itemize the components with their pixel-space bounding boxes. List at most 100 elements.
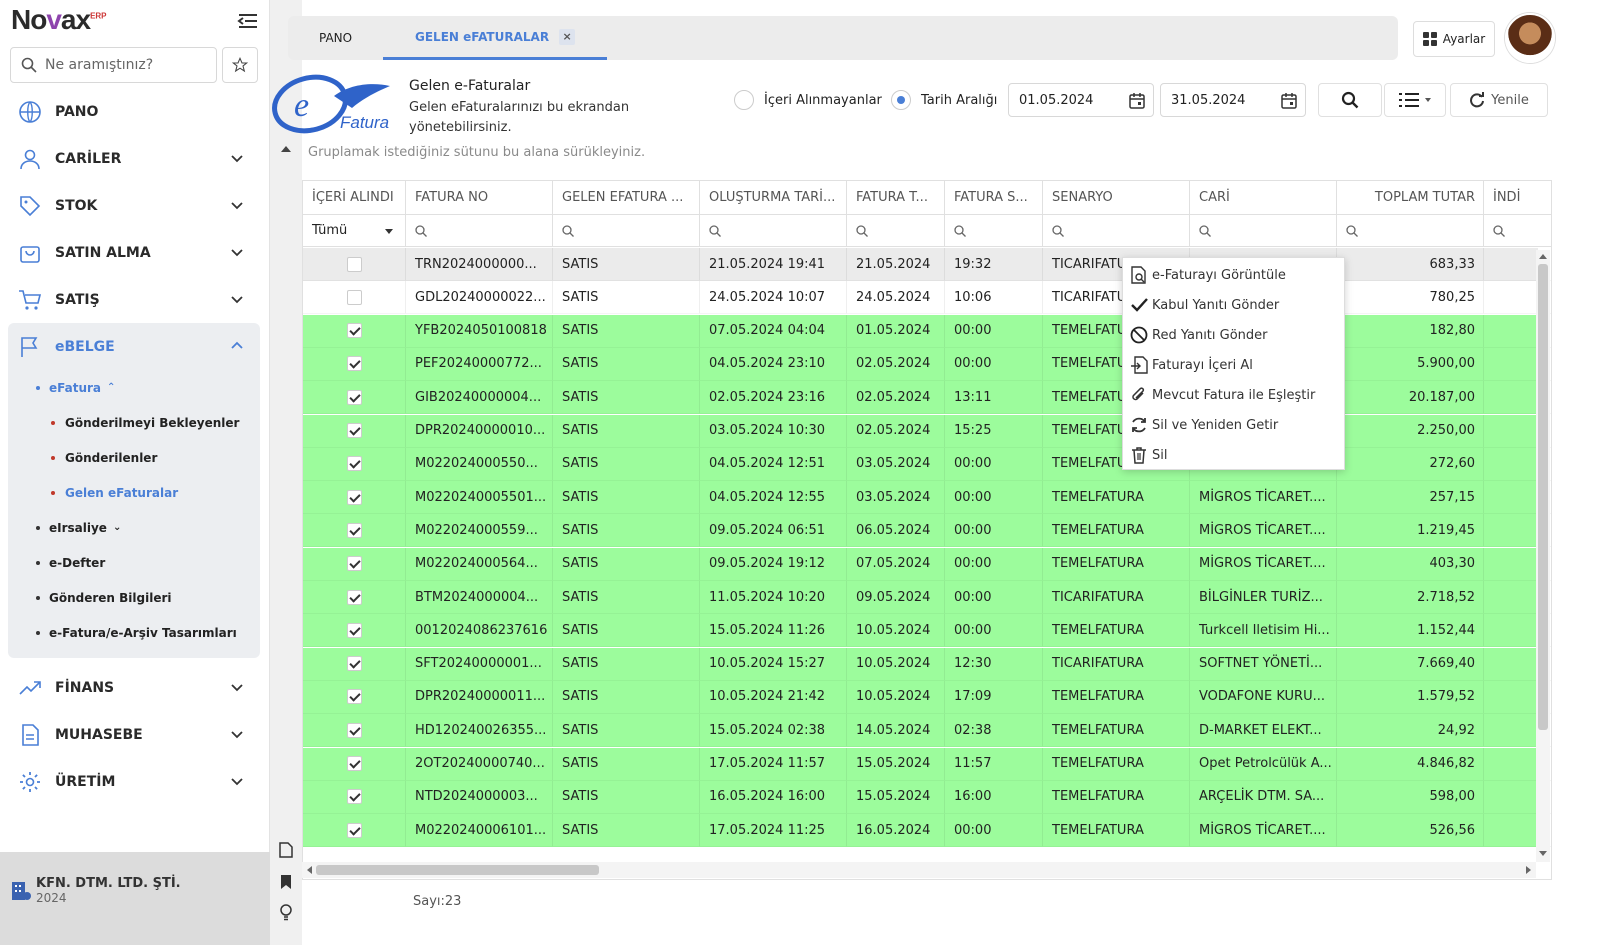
row-checkbox[interactable] [347,622,362,638]
table-row[interactable]: BTM2024000004... SATIS 11.05.2024 10:20 09.… [303,581,1551,614]
row-checkbox[interactable] [347,656,362,672]
tab-gelen-efaturalar[interactable]: GELEN eFATURALAR × [383,16,608,60]
column-header[interactable]: SENARYO [1043,181,1190,214]
row-checkbox[interactable] [347,822,362,838]
user-avatar[interactable] [1505,13,1555,63]
menu-collapse-icon[interactable] [237,12,261,32]
table-row[interactable]: PEF20240000772... SATIS 04.05.2024 23:10 02… [303,347,1551,381]
filter-select[interactable]: Tümü [303,214,406,247]
file-icon[interactable] [279,842,293,858]
ctx-match-invoice[interactable]: Mevcut Fatura ile Eşleştir [1123,380,1344,410]
column-header[interactable]: FATURA T... [847,181,945,214]
sidebar-item-efatura[interactable]: eFatura ⌃ [8,370,260,405]
refresh-button[interactable]: Yenile [1450,83,1548,117]
table-row[interactable]: DPR20240000011... SATIS 10.05.2024 21:42 10… [303,680,1551,714]
row-checkbox[interactable] [347,389,362,405]
sidebar-item-satin-alma[interactable]: SATIN ALMA [8,229,260,276]
table-row[interactable]: 2OT20240000740... SATIS 17.05.2024 11:57 15… [303,747,1551,781]
ctx-send-accept[interactable]: Kabul Yanıtı Gönder [1123,290,1344,320]
tab-pano[interactable]: PANO [319,16,352,60]
row-checkbox[interactable] [347,256,362,272]
row-checkbox[interactable] [347,556,362,572]
table-row[interactable]: DPR20240000010... SATIS 03.05.2024 10:30 02… [303,414,1551,448]
sidebar-item-cariler[interactable]: CARİLER [8,135,260,182]
row-checkbox-cell[interactable] [303,414,406,448]
calendar-icon[interactable] [1281,93,1297,109]
table-row[interactable]: TRN2024000000... SATIS 21.05.2024 19:41 21.… [303,248,1551,281]
radio-tarih-araligi[interactable]: Tarih Aralığı [891,90,997,110]
column-filter-input[interactable] [1190,214,1337,247]
table-row[interactable]: GDL20240000022... SATIS 24.05.2024 10:07 24… [303,281,1551,315]
row-checkbox-cell[interactable] [303,347,406,381]
ctx-import-invoice[interactable]: Faturayı İçeri Al [1123,350,1344,380]
bookmark-icon[interactable] [280,874,292,890]
row-checkbox[interactable] [347,289,362,305]
table-row[interactable]: SFT20240000001... SATIS 10.05.2024 15:27 10… [303,647,1551,681]
grid-horizontal-scrollbar[interactable] [302,862,1536,878]
row-checkbox-cell[interactable] [303,381,406,415]
row-checkbox[interactable] [347,423,362,438]
column-header[interactable]: İÇERİ ALINDI [303,181,406,214]
grid-vertical-scrollbar[interactable] [1536,250,1550,862]
column-header[interactable]: CARİ [1190,181,1337,214]
sidebar-item-finans[interactable]: FİNANS [8,664,260,711]
column-filter-input[interactable] [1043,214,1190,247]
row-checkbox[interactable] [347,756,362,771]
date-from-input[interactable]: 01.05.2024 [1008,83,1154,117]
column-filter-input[interactable] [847,214,945,247]
column-filter-input[interactable] [1337,214,1484,247]
company-info[interactable]: KFN. DTM. LTD. ŞTİ. 2024 [0,852,270,945]
lightbulb-icon[interactable] [279,904,293,921]
column-header[interactable]: FATURA NO [406,181,553,214]
row-checkbox[interactable] [347,722,362,738]
settings-button[interactable]: Ayarlar [1413,21,1495,57]
row-checkbox[interactable] [347,456,362,472]
search-button[interactable] [1318,83,1382,117]
table-row[interactable]: HD120240026355... SATIS 15.05.2024 02:38 14… [303,714,1551,748]
sidebar-item-gonderilmeyi-bekleyenler[interactable]: Gönderilmeyi Bekleyenler [8,405,260,440]
scroll-down-icon[interactable] [1539,851,1547,857]
sidebar-item-tasarimlar[interactable]: e-Fatura/e-Arşiv Tasarımları [8,615,260,650]
row-checkbox-cell[interactable] [303,614,406,648]
table-row[interactable]: GIB20240000004... SATIS 02.05.2024 23:16 02… [303,381,1551,415]
sidebar-item-gelen-efaturalar[interactable]: Gelen eFaturalar [8,475,260,510]
column-header[interactable]: TOPLAM TUTAR [1337,181,1484,214]
sidebar-item-muhasebe[interactable]: MUHASEBE [8,711,260,758]
sidebar-item-uretim[interactable]: ÜRETİM [8,758,260,805]
favorites-button[interactable] [222,47,258,83]
date-to-input[interactable]: 31.05.2024 [1160,83,1306,117]
table-row[interactable]: NTD2024000003... SATIS 16.05.2024 16:00 15.… [303,780,1551,814]
row-checkbox-cell[interactable] [303,780,406,814]
row-checkbox-cell[interactable] [303,314,406,348]
ctx-send-reject[interactable]: Red Yanıtı Gönder [1123,320,1344,350]
group-panel-hint[interactable]: Gruplamak istediğiniz sütunu bu alana sü… [308,145,645,160]
column-filter-input[interactable] [945,214,1043,247]
row-checkbox-cell[interactable] [303,647,406,681]
calendar-icon[interactable] [1129,93,1145,109]
row-checkbox-cell[interactable] [303,714,406,748]
row-checkbox-cell[interactable] [303,281,406,315]
row-checkbox-cell[interactable] [303,447,406,481]
column-header[interactable]: FATURA S... [945,181,1043,214]
row-checkbox[interactable] [347,522,362,538]
close-icon[interactable]: × [559,28,576,45]
row-checkbox-cell[interactable] [303,514,406,548]
sidebar-item-edefter[interactable]: e-Defter [8,545,260,580]
row-checkbox-cell[interactable] [303,680,406,714]
sidebar-item-satis[interactable]: SATIŞ [8,276,260,323]
sidebar-item-pano[interactable]: PANO [8,88,260,135]
sidebar-search-input[interactable]: Ne aramıştınız? [10,47,217,83]
sidebar-item-eirsaliye[interactable]: eIrsaliye ⌄ [8,510,260,545]
table-row[interactable]: M022024000559... SATIS 09.05.2024 06:51 06.… [303,514,1551,548]
scroll-left-icon[interactable] [306,866,312,874]
row-checkbox[interactable] [347,589,362,605]
ctx-view-invoice[interactable]: e-Faturayı Görüntüle [1123,260,1344,290]
view-options-button[interactable] [1384,83,1446,117]
scroll-up-icon[interactable] [1539,253,1547,259]
row-checkbox-cell[interactable] [303,547,406,581]
radio-iceri-alinmayanlar[interactable]: İçeri Alınmayanlar [734,90,882,110]
sidebar-item-stok[interactable]: STOK [8,182,260,229]
column-header[interactable]: GELEN EFATURA ... [553,181,700,214]
caret-up-icon[interactable] [281,145,291,153]
sidebar-item-gonderen-bilgileri[interactable]: Gönderen Bilgileri [8,580,260,615]
